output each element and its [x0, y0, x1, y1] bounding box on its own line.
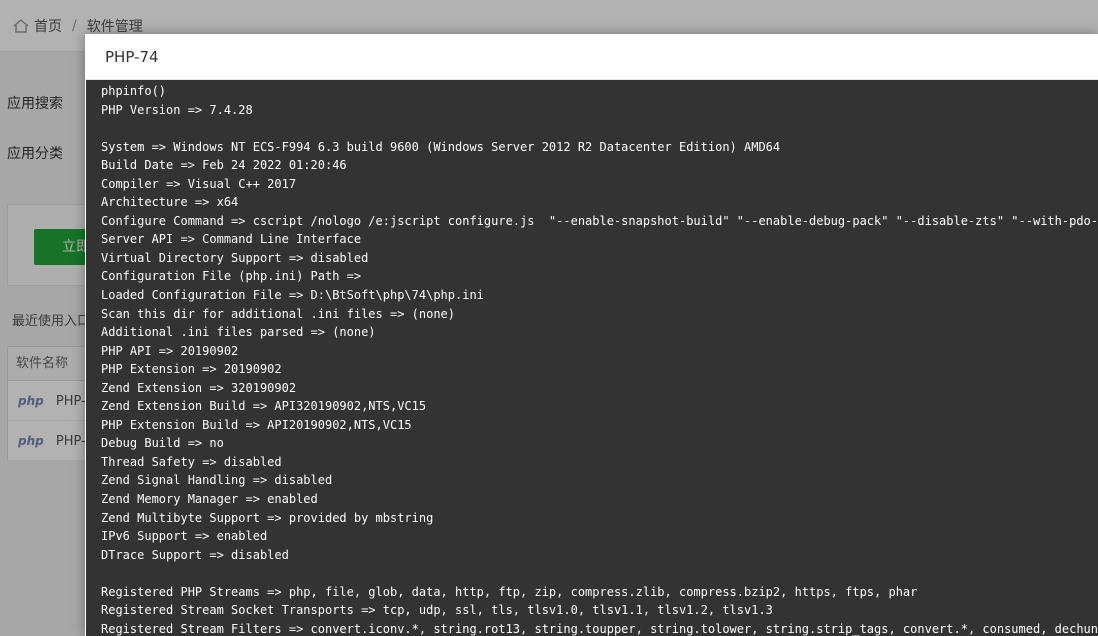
console-line: System => Windows NT ECS-F994 6.3 build …: [101, 139, 781, 154]
console-line: Registered PHP Streams => php, file, glo…: [101, 584, 918, 599]
console-line: Configuration File (php.ini) Path =>: [101, 269, 362, 284]
console-line: Registered Stream Filters => convert.ico…: [101, 621, 1098, 636]
console-line: Virtual Directory Support => disabled: [101, 250, 369, 265]
console-output[interactable]: phpinfo() PHP Version => 7.4.28 System =…: [86, 80, 1098, 636]
console-line: Zend Extension Build => API320190902,NTS…: [101, 399, 427, 414]
console-line: Architecture => x64: [101, 195, 239, 210]
console-line: PHP API => 20190902: [101, 343, 239, 358]
console-line: Additional .ini files parsed => (none): [101, 325, 376, 340]
console-line: Zend Memory Manager => enabled: [101, 492, 318, 507]
console-line: Registered Stream Socket Transports => t…: [101, 603, 773, 618]
console-line: PHP Version => 7.4.28: [101, 102, 253, 117]
console-line: DTrace Support => disabled: [101, 547, 289, 562]
console-line: phpinfo(): [101, 84, 167, 98]
page: 首页 / 软件管理 应用搜索 应用分类 立即 最近使用入口 软件名称 php P…: [0, 0, 1098, 636]
console-line: Build Date => Feb 24 2022 01:20:46: [101, 158, 347, 173]
console-line: Thread Safety => disabled: [101, 454, 282, 469]
console-line: Zend Multibyte Support => provided by mb…: [101, 510, 434, 525]
console-line: Server API => Command Line Interface: [101, 232, 362, 247]
console-line: PHP Extension => 20190902: [101, 362, 282, 377]
console-line: PHP Extension Build => API20190902,NTS,V…: [101, 417, 412, 432]
console-line: Loaded Configuration File => D:\BtSoft\p…: [101, 288, 484, 303]
console-line: Compiler => Visual C++ 2017: [101, 176, 297, 191]
console-line: Zend Extension => 320190902: [101, 380, 297, 395]
console-line: Scan this dir for additional .ini files …: [101, 306, 456, 321]
modal-title: PHP-74: [85, 34, 1098, 80]
console-line: Debug Build => no: [101, 436, 224, 451]
console-line: Configure Command => cscript /nologo /e:…: [101, 213, 1098, 228]
console-line: IPv6 Support => enabled: [101, 529, 268, 544]
php-info-modal: PHP-74 phpinfo() PHP Version => 7.4.28 S…: [85, 34, 1098, 636]
console-line: Zend Signal Handling => disabled: [101, 473, 333, 488]
